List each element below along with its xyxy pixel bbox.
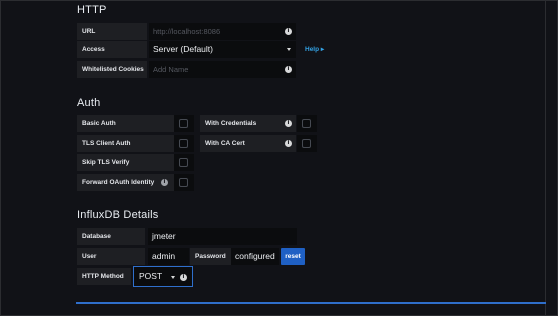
user-label: User [77, 248, 145, 265]
database-input[interactable]: jmeter [148, 228, 297, 245]
with-ca-cert-checkbox[interactable] [302, 139, 311, 148]
skip-tls-verify-checkbox-cell [174, 154, 194, 171]
forward-oauth-label: Forward OAuth Identity [77, 174, 174, 191]
basic-auth-checkbox-cell [174, 115, 194, 132]
with-ca-cert-checkbox-cell [297, 135, 317, 152]
chevron-down-icon [171, 276, 175, 279]
cookies-input[interactable]: Add Name [149, 61, 296, 78]
info-icon[interactable]: i [285, 140, 292, 147]
http-method-value: POST [139, 271, 163, 281]
http-section-title: HTTP [77, 4, 107, 16]
basic-auth-checkbox[interactable] [179, 119, 188, 128]
password-input[interactable]: configured [231, 248, 279, 265]
info-icon[interactable]: i [161, 179, 168, 186]
section-divider-bar [76, 302, 546, 304]
auth-section-title: Auth [77, 97, 101, 109]
url-input[interactable]: http://localhost:8086 [149, 23, 296, 40]
access-select[interactable]: Server (Default) [149, 41, 296, 58]
info-icon[interactable]: i [180, 274, 187, 281]
panel-divider [545, 0, 546, 316]
help-link[interactable]: Help ▸ [305, 45, 324, 53]
info-icon[interactable]: i [285, 120, 292, 127]
skip-tls-verify-label: Skip TLS Verify [77, 154, 174, 171]
tls-client-auth-label: TLS Client Auth [77, 135, 174, 152]
with-credentials-checkbox[interactable] [302, 119, 311, 128]
http-method-label: HTTP Method [77, 268, 131, 285]
user-input[interactable]: admin [148, 248, 189, 265]
url-label: URL [77, 23, 147, 40]
tls-client-auth-checkbox-cell [174, 135, 194, 152]
cookies-label: Whitelisted Cookies [77, 61, 147, 78]
skip-tls-verify-checkbox[interactable] [179, 158, 188, 167]
influx-section-title: InfluxDB Details [77, 209, 159, 221]
forward-oauth-checkbox[interactable] [179, 178, 188, 187]
http-method-select[interactable]: POST i [133, 266, 193, 287]
tls-client-auth-checkbox[interactable] [179, 139, 188, 148]
with-credentials-checkbox-cell [297, 115, 317, 132]
password-label: Password [190, 248, 231, 265]
forward-oauth-checkbox-cell [174, 174, 194, 191]
database-label: Database [77, 228, 145, 245]
with-ca-cert-label: With CA Cert [200, 135, 296, 152]
reset-password-button[interactable]: reset [281, 248, 305, 265]
with-credentials-label: With Credentials [200, 115, 296, 132]
chevron-down-icon [287, 48, 291, 51]
basic-auth-label: Basic Auth [77, 115, 174, 132]
info-icon[interactable]: i [285, 66, 292, 73]
access-label: Access [77, 41, 147, 58]
info-icon[interactable]: i [285, 28, 292, 35]
